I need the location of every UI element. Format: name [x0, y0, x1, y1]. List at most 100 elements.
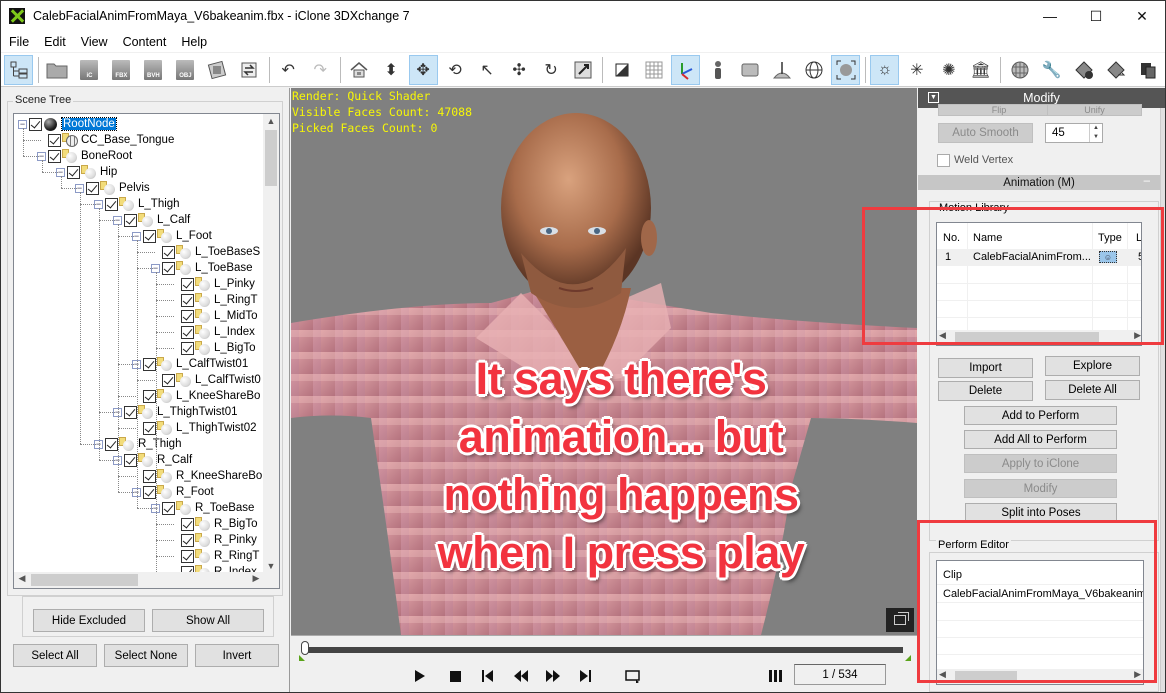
scroll-thumb[interactable]	[265, 130, 277, 186]
tree-node[interactable]: − L_Foot	[132, 228, 212, 244]
3d-viewport[interactable]: Render: Quick Shader Visible Faces Count…	[291, 88, 917, 635]
node-visibility-checkbox[interactable]	[181, 517, 194, 531]
panel-dropdown-icon[interactable]: ▼	[928, 92, 939, 103]
menu-view[interactable]: View	[73, 35, 115, 49]
restore-viewport-button[interactable]	[886, 608, 914, 632]
range-end-marker[interactable]	[905, 655, 911, 661]
select-icon[interactable]: ↖	[473, 55, 502, 85]
node-visibility-checkbox[interactable]	[181, 549, 194, 563]
maximize-button[interactable]: ☐	[1073, 1, 1119, 31]
node-visibility-checkbox[interactable]	[67, 165, 80, 179]
collapse-icon[interactable]: –	[1144, 175, 1150, 187]
loop-button[interactable]	[622, 666, 644, 686]
node-visibility-checkbox[interactable]	[181, 341, 194, 355]
scroll-left-icon[interactable]: ◀	[939, 669, 946, 680]
fit-view-icon[interactable]	[831, 54, 861, 85]
node-visibility-checkbox[interactable]	[181, 325, 194, 339]
rotate-icon[interactable]: ⟲	[441, 55, 470, 85]
spinner-arrows-icon[interactable]: ▲ ▼	[1089, 124, 1102, 142]
replace-icon[interactable]	[235, 55, 264, 85]
delete-all-button[interactable]: Delete All	[1045, 380, 1140, 400]
export-ic-icon[interactable]: iC	[75, 55, 104, 85]
perform-editor-scrollbar[interactable]: ◀ ▶	[937, 669, 1143, 684]
select-none-button[interactable]: Select None	[104, 644, 188, 667]
tree-node[interactable]: R_BigTo	[170, 516, 257, 532]
auto-smooth-button[interactable]: Auto Smooth	[938, 123, 1033, 143]
unify-button[interactable]: Unify	[1047, 104, 1142, 116]
tree-node[interactable]: − Hip	[56, 164, 117, 180]
scroll-thumb[interactable]	[955, 671, 1017, 682]
tree-node[interactable]: L_ToeBaseS	[151, 244, 260, 260]
node-visibility-checkbox[interactable]	[143, 485, 156, 499]
light-icon[interactable]: ☼	[870, 54, 900, 85]
node-visibility-checkbox[interactable]	[181, 293, 194, 307]
menu-edit[interactable]: Edit	[36, 35, 73, 49]
animation-section-header[interactable]: Animation (M) –	[918, 175, 1160, 190]
open-folder-icon[interactable]	[43, 55, 72, 85]
tree-node[interactable]: − L_CalfTwist01	[132, 356, 248, 372]
sphere-grid-icon[interactable]	[1005, 55, 1034, 85]
node-visibility-checkbox[interactable]	[105, 437, 118, 451]
move-icon[interactable]: ✥	[408, 54, 438, 85]
node-visibility-checkbox[interactable]	[48, 133, 61, 147]
node-visibility-checkbox[interactable]	[124, 213, 137, 227]
tree-node[interactable]: − RootNode	[18, 116, 117, 132]
menu-help[interactable]: Help	[173, 35, 214, 49]
column-header-type[interactable]: Type	[1098, 227, 1122, 249]
tree-node[interactable]: L_Pinky	[170, 276, 255, 292]
tree-node[interactable]: − R_Foot	[132, 484, 214, 500]
tree-node[interactable]: L_Index	[170, 324, 255, 340]
panel-scrollbar[interactable]	[1160, 108, 1165, 692]
tree-node[interactable]: − L_ToeBase	[151, 260, 253, 276]
axis-icon[interactable]	[671, 54, 701, 85]
tree-node[interactable]: R_RingT	[170, 548, 259, 564]
explore-button[interactable]: Explore	[1045, 356, 1140, 376]
node-visibility-checkbox[interactable]	[181, 277, 194, 291]
show-all-button[interactable]: Show All	[152, 609, 264, 632]
undo-icon[interactable]: ↶	[274, 55, 303, 85]
frame-markers-button[interactable]	[765, 666, 787, 686]
motion-library-row[interactable]: 1 CalebFacialAnimFrom... ☺ 5	[937, 249, 1141, 266]
frame-counter[interactable]: 1 / 534	[794, 664, 886, 685]
weld-vertex-checkbox[interactable]	[937, 154, 950, 167]
hide-excluded-button[interactable]: Hide Excluded	[33, 609, 145, 632]
modify-button[interactable]: Modify	[964, 479, 1117, 498]
box-icon[interactable]	[735, 55, 764, 85]
tree-node[interactable]: R_Pinky	[170, 532, 257, 548]
column-header-length[interactable]: L	[1136, 227, 1141, 249]
add-all-to-perform-button[interactable]: Add All to Perform	[964, 430, 1117, 449]
node-visibility-checkbox[interactable]	[86, 181, 99, 195]
node-visibility-checkbox[interactable]	[29, 117, 42, 131]
export-bvh-icon[interactable]: BVH	[139, 55, 168, 85]
export-fbx-icon[interactable]: FBX	[107, 55, 136, 85]
tree-node[interactable]: − BoneRoot	[37, 148, 132, 164]
zoom-icon[interactable]	[569, 55, 598, 85]
stop-button[interactable]	[444, 666, 466, 686]
node-visibility-checkbox[interactable]	[143, 469, 156, 483]
museum-icon[interactable]: 🏛	[966, 55, 995, 85]
grid-icon[interactable]	[639, 55, 668, 85]
convert-icon[interactable]	[203, 55, 232, 85]
tree-node[interactable]: CC_Base_Tongue	[37, 132, 174, 148]
tree-node[interactable]: L_ThighTwist02	[132, 420, 257, 436]
timeline-track[interactable]	[305, 647, 903, 653]
play-button[interactable]	[409, 666, 431, 686]
next-frame-button[interactable]	[542, 666, 564, 686]
close-button[interactable]: ✕	[1119, 1, 1165, 31]
node-visibility-checkbox[interactable]	[143, 421, 156, 435]
menu-file[interactable]: File	[1, 35, 36, 49]
apply-to-iclone-button[interactable]: Apply to iClone	[964, 454, 1117, 473]
node-visibility-checkbox[interactable]	[124, 453, 137, 467]
select-all-button[interactable]: Select All	[13, 644, 97, 667]
smooth-angle-spinner[interactable]: 45 ▲ ▼	[1045, 123, 1103, 143]
motion-library-list[interactable]: No. Name Type L 1 CalebFacialAnimFrom...…	[936, 222, 1142, 346]
node-visibility-checkbox[interactable]	[181, 309, 194, 323]
scroll-right-icon[interactable]: ▶	[1134, 669, 1141, 680]
copy-icon[interactable]	[1133, 55, 1162, 85]
column-header-no[interactable]: No.	[943, 227, 960, 249]
tree-horizontal-scrollbar[interactable]: ◀ ▶	[14, 572, 264, 588]
node-visibility-checkbox[interactable]	[143, 229, 156, 243]
home-icon[interactable]	[345, 55, 374, 85]
node-visibility-checkbox[interactable]	[143, 389, 156, 403]
split-into-poses-button[interactable]: Split into Poses	[965, 503, 1117, 522]
